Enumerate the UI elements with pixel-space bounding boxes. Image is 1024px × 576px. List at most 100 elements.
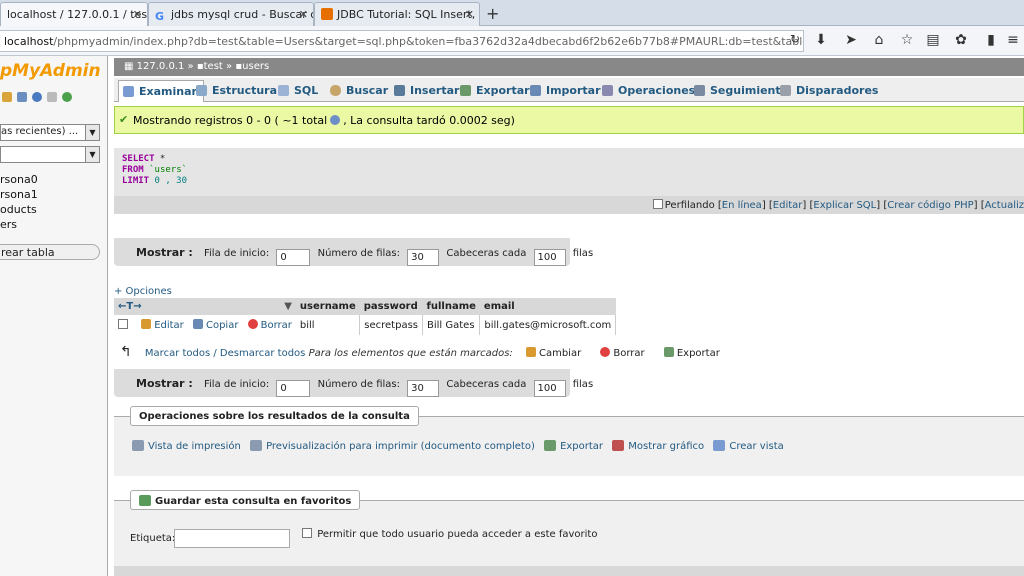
row-checkbox[interactable] bbox=[118, 319, 128, 329]
tab-title: jdbs mysql crud - Buscar c... bbox=[171, 8, 314, 21]
bookmark-add-icon bbox=[139, 495, 151, 506]
cell-password[interactable]: secretpass bbox=[359, 315, 423, 335]
clipboard-icon[interactable]: ▮ bbox=[982, 32, 1000, 48]
print-preview-link[interactable]: Previsualización para imprimir (document… bbox=[266, 441, 535, 452]
menu-icon[interactable]: ≡ bbox=[1004, 32, 1022, 48]
refresh-link[interactable]: Actualiz bbox=[985, 200, 1024, 211]
database-select[interactable]: ▼ bbox=[0, 146, 100, 163]
home-icon[interactable] bbox=[2, 92, 12, 102]
edit-row-link[interactable]: Editar bbox=[154, 320, 184, 331]
options-link[interactable]: + Opciones bbox=[114, 286, 172, 297]
extension-icon[interactable]: ✿ bbox=[952, 32, 970, 48]
create-table-button[interactable]: rear tabla bbox=[0, 244, 100, 260]
download-icon[interactable]: ⬇ bbox=[812, 32, 830, 48]
column-header-fullname[interactable]: fullname bbox=[422, 298, 480, 315]
sidebar-item-products[interactable]: oducts bbox=[0, 203, 37, 216]
cell-email[interactable]: bill.gates@microsoft.com bbox=[479, 315, 617, 335]
export-link[interactable]: Exportar bbox=[560, 441, 603, 452]
close-icon[interactable]: ✕ bbox=[299, 8, 308, 21]
column-header-email[interactable]: email bbox=[479, 298, 616, 315]
google-icon: G bbox=[155, 10, 165, 23]
bookmark-public-checkbox[interactable] bbox=[302, 528, 312, 538]
tab-structure[interactable]: Estructura bbox=[192, 80, 283, 102]
breadcrumb-server[interactable]: 127.0.0.1 bbox=[137, 61, 185, 72]
browser-tab-google[interactable]: Gjdbs mysql crud - Buscar c... ✕ bbox=[148, 2, 314, 26]
create-view-link[interactable]: Crear vista bbox=[729, 441, 783, 452]
sidebar-item-persona0[interactable]: rsona0 bbox=[0, 173, 38, 186]
import-icon bbox=[530, 85, 541, 96]
headers-every-input[interactable]: 100 bbox=[533, 380, 566, 397]
help-icon[interactable] bbox=[32, 92, 42, 102]
explain-sql-link[interactable]: Explicar SQL bbox=[813, 200, 876, 211]
phpmyadmin-logo[interactable]: pMyAdmin bbox=[0, 61, 101, 81]
column-header-password[interactable]: password bbox=[359, 298, 423, 315]
url-bar[interactable]: localhost/phpmyadmin/index.php?db=test&t… bbox=[0, 30, 804, 52]
start-row-input[interactable]: 0 bbox=[276, 380, 311, 397]
tab-triggers[interactable]: Disparadores bbox=[776, 80, 884, 102]
eye-icon bbox=[694, 85, 705, 96]
breadcrumb-table[interactable]: users bbox=[242, 61, 269, 72]
tab-insert[interactable]: Insertar bbox=[390, 80, 465, 102]
tab-search[interactable]: Buscar bbox=[326, 80, 394, 102]
sql-icon bbox=[278, 85, 289, 96]
send-icon[interactable]: ➤ bbox=[842, 32, 860, 48]
table-menu: Examinar Estructura SQL Buscar Insertar … bbox=[114, 78, 1024, 102]
close-icon[interactable]: ✕ bbox=[465, 8, 474, 21]
docs-icon[interactable] bbox=[47, 92, 57, 102]
create-php-link[interactable]: Crear código PHP bbox=[887, 200, 973, 211]
delete-row-link[interactable]: Borrar bbox=[261, 320, 292, 331]
recent-tables-select[interactable]: as recientes) ... ▼ bbox=[0, 124, 100, 141]
home-icon[interactable]: ⌂ bbox=[870, 32, 888, 48]
cell-username[interactable]: bill bbox=[295, 315, 361, 335]
bookmark-label-input[interactable] bbox=[174, 529, 290, 548]
breadcrumb-db[interactable]: test bbox=[204, 61, 223, 72]
copy-row-link[interactable]: Copiar bbox=[206, 320, 238, 331]
print-view-link[interactable]: Vista de impresión bbox=[148, 441, 241, 452]
tab-sql[interactable]: SQL bbox=[274, 80, 324, 102]
print-icon bbox=[132, 440, 144, 451]
close-icon[interactable]: ✕ bbox=[133, 8, 142, 21]
sidebar-item-persona1[interactable]: rsona1 bbox=[0, 188, 38, 201]
check-all-link[interactable]: Marcar todos / Desmarcar todos bbox=[145, 348, 305, 359]
chevron-down-icon: ▼ bbox=[85, 147, 99, 162]
start-row-input[interactable]: 0 bbox=[276, 249, 311, 266]
reload-icon[interactable] bbox=[62, 92, 72, 102]
rows-count-input[interactable]: 30 bbox=[407, 380, 440, 397]
reading-list-icon[interactable]: ▤ bbox=[924, 32, 942, 48]
cell-fullname[interactable]: Bill Gates bbox=[422, 315, 481, 335]
tab-import[interactable]: Importar bbox=[526, 80, 607, 102]
rows-count-input[interactable]: 30 bbox=[407, 249, 440, 266]
query-operations-links: Vista de impresión Previsualización para… bbox=[132, 440, 784, 452]
sidebar-item-users[interactable]: ers bbox=[0, 218, 17, 231]
logout-icon[interactable] bbox=[17, 92, 27, 102]
reload-icon[interactable]: ↻ bbox=[786, 32, 804, 46]
results-table: ←T→ ▼ username password fullname email Ed… bbox=[114, 298, 617, 335]
triggers-icon bbox=[780, 85, 791, 96]
table-row: Editar Copiar Borrar bill secretpass Bil… bbox=[114, 315, 617, 335]
delete-selected-button[interactable]: Borrar bbox=[613, 348, 644, 359]
display-chart-link[interactable]: Mostrar gráfico bbox=[628, 441, 704, 452]
browser-tab-phpmyadmin[interactable]: localhost / 127.0.0.1 / test /... ✕ bbox=[0, 2, 148, 26]
chevron-down-icon: ▼ bbox=[85, 125, 99, 140]
breadcrumb: ▦ 127.0.0.1 » ▪test » ▪users bbox=[114, 58, 1024, 76]
tab-export[interactable]: Exportar bbox=[456, 80, 536, 102]
bookmark-star-icon[interactable]: ☆ bbox=[898, 32, 916, 48]
wrench-icon bbox=[602, 85, 613, 96]
export-icon bbox=[460, 85, 471, 96]
chevron-down-icon[interactable]: ▼ bbox=[284, 301, 292, 312]
profiling-checkbox[interactable] bbox=[652, 199, 663, 209]
database-icon: ▪ bbox=[196, 61, 204, 72]
column-header-username[interactable]: username bbox=[295, 298, 360, 315]
tab-operations[interactable]: Operaciones bbox=[598, 80, 701, 102]
export-selected-button[interactable]: Exportar bbox=[677, 348, 720, 359]
edit-sql-link[interactable]: Editar bbox=[773, 200, 803, 211]
new-tab-button[interactable]: + bbox=[486, 4, 499, 23]
column-arrows-icon[interactable]: ←T→ bbox=[118, 301, 142, 312]
help-icon[interactable] bbox=[330, 115, 341, 125]
change-selected-button[interactable]: Cambiar bbox=[539, 348, 581, 359]
headers-every-input[interactable]: 100 bbox=[533, 249, 566, 266]
browser-tab-jdbc[interactable]: JDBC Tutorial: SQL Insert, S... ✕ bbox=[314, 2, 480, 26]
copy-icon bbox=[192, 319, 203, 329]
navigation-form-bottom: Mostrar : Fila de inicio: 0 Número de fi… bbox=[114, 369, 593, 397]
inline-edit-link[interactable]: En línea bbox=[722, 200, 762, 211]
